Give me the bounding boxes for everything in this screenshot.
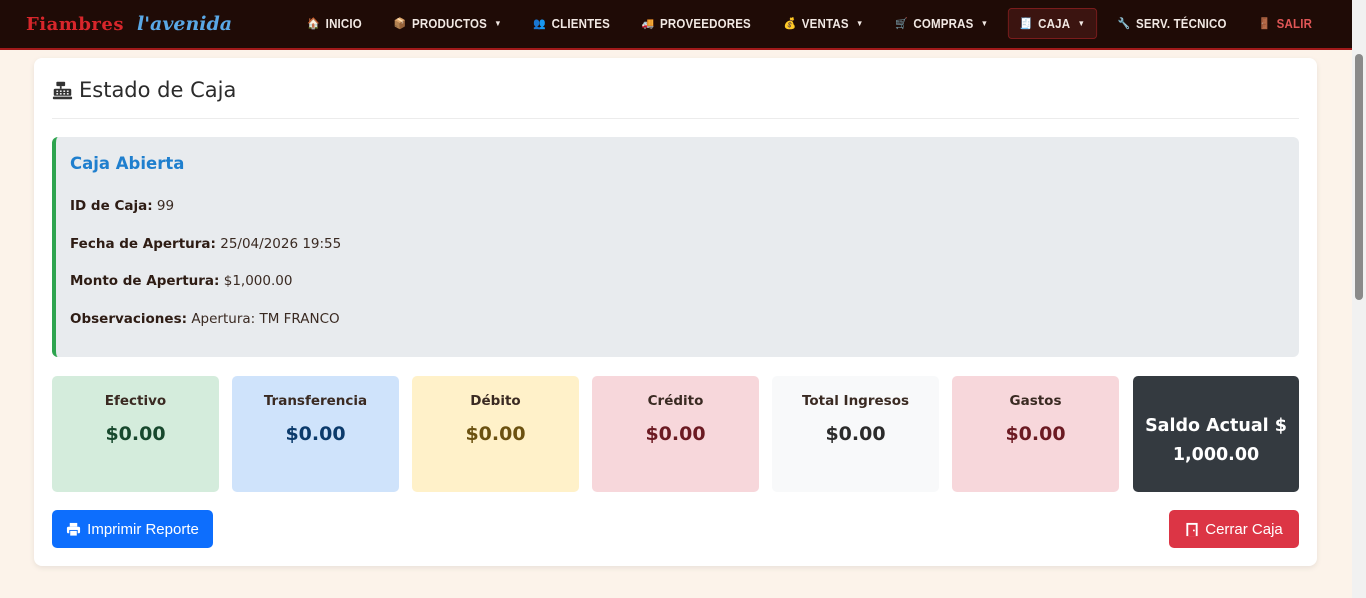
nav-label: CLIENTES [551, 16, 610, 31]
users-icon: 👥 [533, 18, 547, 30]
info-label: Fecha de Apertura: [70, 236, 216, 252]
stat-gastos: Gastos $0.00 [952, 376, 1119, 492]
info-label: Monto de Apertura: [70, 273, 220, 289]
nav-item-productos[interactable]: 📦 PRODUCTOS ▼ [382, 8, 512, 39]
nav-label: INICIO [325, 16, 363, 31]
title-divider [52, 118, 1299, 119]
caret-down-icon: ▼ [1077, 19, 1086, 28]
nav-item-caja[interactable]: 🧾 CAJA ▼ [1008, 8, 1098, 39]
stat-label: Crédito [647, 393, 704, 409]
stat-value: $0.00 [825, 423, 886, 445]
nav-item-clientes[interactable]: 👥 CLIENTES [522, 8, 621, 39]
stat-value: $0.00 [645, 423, 706, 445]
nav-label: SERV. TÉCNICO [1136, 16, 1227, 31]
print-report-label: Imprimir Reporte [87, 520, 199, 538]
caret-down-icon: ▼ [856, 19, 864, 28]
stat-efectivo: Efectivo $0.00 [52, 376, 219, 492]
nav-item-compras[interactable]: 🛒 COMPRAS ▼ [884, 8, 999, 39]
stat-value: $0.00 [105, 423, 166, 445]
nav-label: CAJA [1038, 16, 1071, 31]
stat-total-ingresos: Total Ingresos $0.00 [772, 376, 939, 492]
print-report-button[interactable]: Imprimir Reporte [52, 510, 213, 548]
stat-transferencia: Transferencia $0.00 [232, 376, 399, 492]
info-value: 99 [156, 198, 175, 214]
brand-name-part2: l'avenida [136, 13, 233, 35]
saldo-actual-box: Saldo Actual $ 1,000.00 [1133, 376, 1299, 492]
nav-label: COMPRAS [913, 16, 974, 31]
stat-label: Efectivo [104, 393, 167, 409]
brand-logo[interactable]: Fiambres l'avenida [26, 13, 232, 35]
caret-down-icon: ▼ [980, 19, 989, 28]
stat-debito: Débito $0.00 [412, 376, 579, 492]
money-bag-icon: 💰 [783, 18, 797, 30]
nav-item-serv-tecnico[interactable]: 🔧 SERV. TÉCNICO [1107, 8, 1238, 39]
nav-item-salir[interactable]: 🚪 SALIR [1247, 8, 1323, 39]
info-row-observaciones: Observaciones: Apertura: TM FRANCO [70, 311, 340, 327]
truck-icon: 🚚 [642, 18, 655, 30]
info-label: Observaciones: [70, 311, 188, 327]
close-caja-button[interactable]: Cerrar Caja [1169, 510, 1299, 548]
door-icon [1186, 522, 1198, 536]
main-nav: 🏠 INICIO 📦 PRODUCTOS ▼ 👥 CLIENTES 🚚 PROV… [293, 8, 1326, 39]
page-title-text: Estado de Caja [79, 78, 237, 102]
caja-card: Estado de Caja Caja Abierta ID de Caja: … [34, 58, 1317, 566]
nav-item-inicio[interactable]: 🏠 INICIO [297, 8, 374, 39]
nav-label: PROVEEDORES [660, 16, 752, 31]
info-value: Apertura: TM FRANCO [191, 311, 340, 327]
cart-icon: 🛒 [895, 18, 908, 30]
door-icon: 🚪 [1257, 18, 1271, 30]
nav-label: PRODUCTOS [411, 16, 487, 31]
info-value: $1,000.00 [223, 273, 293, 289]
nav-label: SALIR [1276, 16, 1312, 31]
caja-status-title: Caja Abierta [70, 154, 185, 173]
brand-name-part1: Fiambres [26, 14, 124, 35]
stat-value: $0.00 [285, 423, 346, 445]
stat-label: Transferencia [263, 393, 368, 409]
stat-label: Total Ingresos [801, 393, 910, 409]
info-row-id: ID de Caja: 99 [70, 198, 174, 214]
page-title: Estado de Caja [52, 78, 236, 102]
printer-icon [67, 522, 81, 537]
box-icon: 📦 [393, 18, 407, 30]
caja-info-panel: Caja Abierta ID de Caja: 99 Fecha de Ape… [52, 137, 1299, 357]
cash-register-icon [52, 81, 73, 99]
close-caja-label: Cerrar Caja [1205, 520, 1283, 538]
saldo-label: Saldo Actual $ [1145, 416, 1287, 436]
stat-value: $0.00 [1005, 423, 1066, 445]
info-label: ID de Caja: [70, 198, 153, 214]
stat-value: $0.00 [465, 423, 526, 445]
info-row-monto: Monto de Apertura: $1,000.00 [70, 273, 292, 289]
info-row-fecha: Fecha de Apertura: 25/04/2026 19:55 [70, 236, 341, 252]
saldo-value: 1,000.00 [1172, 445, 1260, 465]
stat-label: Gastos [1009, 393, 1062, 409]
nav-label: VENTAS [801, 16, 849, 31]
top-navbar: Fiambres l'avenida 🏠 INICIO 📦 PRODUCTOS … [0, 0, 1352, 50]
page-scrollbar[interactable] [1352, 0, 1366, 598]
register-icon: 🧾 [1020, 18, 1033, 30]
nav-item-proveedores[interactable]: 🚚 PROVEEDORES [631, 8, 762, 39]
home-icon: 🏠 [307, 18, 321, 30]
stat-credito: Crédito $0.00 [592, 376, 759, 492]
scrollbar-thumb[interactable] [1355, 54, 1363, 300]
info-value: 25/04/2026 19:55 [220, 236, 342, 252]
wrench-icon: 🔧 [1117, 18, 1131, 30]
saldo-actual: Saldo Actual $ 1,000.00 [1145, 412, 1287, 470]
nav-item-ventas[interactable]: 💰 VENTAS ▼ [772, 8, 874, 39]
stat-label: Débito [470, 393, 521, 409]
caret-down-icon: ▼ [493, 19, 502, 28]
